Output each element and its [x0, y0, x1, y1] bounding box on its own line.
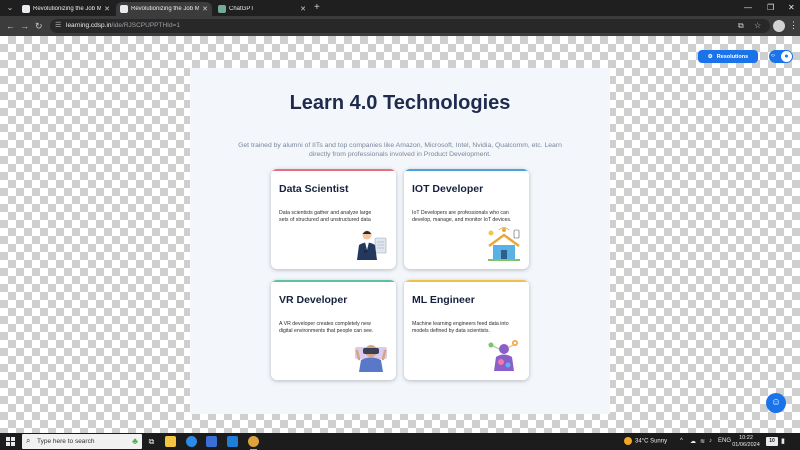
- card-vr-developer[interactable]: VR Developer A VR developer creates comp…: [271, 280, 396, 380]
- url-field[interactable]: ☰ learning.cdsp.in/ide/RJSCPUPPTHId=1 ⧉ …: [50, 19, 770, 33]
- tab-favicon-icon: [218, 5, 226, 13]
- card-accent-line: [271, 169, 396, 171]
- task-view-icon[interactable]: ⧉: [146, 436, 157, 447]
- windows-taskbar: ⌕ Type here to search ♣ ⧉ 34°C Sunny ^ ☁…: [0, 433, 800, 450]
- card-accent-line: [404, 169, 529, 171]
- minimize-button[interactable]: —: [744, 2, 752, 14]
- card-accent-line: [404, 280, 529, 282]
- back-button[interactable]: ←: [6, 20, 15, 32]
- page-title: Learn 4.0 Technologies: [289, 92, 511, 114]
- tab-title: ChatGPT: [229, 6, 255, 12]
- page-viewport: ⚙ Resolutions ‹› ● Learn 4.0 Technologie…: [0, 36, 800, 433]
- profile-avatar[interactable]: [773, 20, 785, 32]
- card-title: ML Engineer: [412, 294, 475, 306]
- ml-robot-icon: [488, 340, 518, 371]
- mail-icon[interactable]: [227, 436, 238, 447]
- show-desktop-icon[interactable]: ▮: [781, 437, 785, 445]
- gear-icon: ⚙: [707, 53, 713, 60]
- card-accent-line: [271, 280, 396, 282]
- iot-home-icon: [488, 227, 520, 261]
- tab-title: Revolutionizing the Job Market: [131, 6, 200, 12]
- tab-1[interactable]: Revolutionizing the Job Market ✕: [18, 2, 114, 16]
- tab-title: Revolutionizing the Job Market: [33, 6, 102, 12]
- preview-toggle[interactable]: ‹› ●: [769, 50, 793, 63]
- new-tab-button[interactable]: +: [314, 2, 320, 14]
- content-panel: Learn 4.0 Technologies Get trained by al…: [190, 68, 610, 414]
- swap-arrows-icon: ‹›: [771, 53, 775, 59]
- language-indicator[interactable]: ENG: [718, 438, 731, 444]
- tab-close-icon[interactable]: ✕: [104, 5, 110, 13]
- reload-button[interactable]: ↻: [35, 20, 43, 32]
- store-icon[interactable]: [206, 436, 217, 447]
- search-highlight-icon: ♣: [132, 436, 138, 446]
- data-scientist-icon: [357, 230, 387, 260]
- browser-menu-icon[interactable]: ⋮: [789, 19, 798, 31]
- card-data-scientist[interactable]: Data Scientist Data scientists gather an…: [271, 169, 396, 269]
- tab-favicon-icon: [22, 5, 30, 13]
- taskbar-search-input[interactable]: ⌕ Type here to search ♣: [22, 434, 142, 449]
- tab-2[interactable]: Revolutionizing the Job Market ✕: [116, 2, 212, 16]
- card-description: A VR developer creates completely new di…: [279, 321, 374, 334]
- tray-chevron-icon[interactable]: ^: [680, 438, 683, 444]
- card-title: VR Developer: [279, 294, 348, 306]
- resolutions-button[interactable]: ⚙ Resolutions: [698, 50, 758, 63]
- weather-text: 34°C Sunny: [635, 438, 668, 445]
- card-ml-engineer[interactable]: ML Engineer Machine learning engineers f…: [404, 280, 529, 380]
- close-window-button[interactable]: ✕: [788, 2, 795, 14]
- notification-center-icon[interactable]: 10: [766, 437, 778, 446]
- tab-favicon-icon: [120, 5, 128, 13]
- resolutions-label: Resolutions: [716, 53, 749, 60]
- notification-count: 10: [769, 438, 775, 444]
- chat-bot-button[interactable]: ☺: [766, 393, 786, 413]
- eye-icon: ●: [781, 51, 792, 62]
- cast-icon[interactable]: ⧉: [738, 21, 744, 31]
- vr-headset-icon: [355, 345, 387, 372]
- chrome-icon[interactable]: [248, 436, 259, 450]
- forward-button[interactable]: →: [20, 20, 29, 32]
- site-info-icon[interactable]: ☰: [55, 22, 63, 30]
- tab-search-icon[interactable]: ⌄: [4, 2, 16, 14]
- tab-strip: ⌄ Revolutionizing the Job Market ✕ Revol…: [0, 0, 800, 16]
- card-iot-developer[interactable]: IOT Developer IoT Developers are profess…: [404, 169, 529, 269]
- search-icon: ⌕: [26, 436, 31, 445]
- network-icon[interactable]: ≋: [700, 438, 705, 445]
- onedrive-icon[interactable]: ☁: [690, 438, 696, 445]
- card-description: Machine learning engineers feed data int…: [412, 321, 509, 334]
- restore-button[interactable]: ❐: [767, 2, 774, 14]
- search-placeholder: Type here to search: [37, 438, 95, 445]
- address-bar: ← → ↻ ☰ learning.cdsp.in/ide/RJSCPUPPTHI…: [0, 16, 800, 36]
- card-title: IOT Developer: [412, 183, 484, 195]
- card-title: Data Scientist: [279, 183, 349, 195]
- page-subtitle: Get trained by alumni of IITs and top co…: [238, 142, 562, 158]
- clock-date: 01/06/2024: [732, 441, 760, 448]
- tab-3[interactable]: ChatGPT ✕: [214, 2, 310, 16]
- bookmark-star-icon[interactable]: ☆: [754, 21, 761, 31]
- tab-close-icon[interactable]: ✕: [202, 5, 208, 13]
- card-description: Data scientists gather and analyze large…: [279, 210, 372, 223]
- system-clock[interactable]: 10:22 01/06/2024: [731, 435, 761, 448]
- file-explorer-icon[interactable]: [165, 436, 176, 447]
- tab-close-icon[interactable]: ✕: [300, 5, 306, 13]
- url-text: learning.cdsp.in/ide/RJSCPUPPTHId=1: [66, 22, 180, 29]
- sun-icon: [624, 437, 632, 445]
- edge-browser-icon[interactable]: [186, 436, 197, 447]
- card-description: IoT Developers are professionals who can…: [412, 210, 512, 223]
- volume-icon[interactable]: ♪: [709, 438, 712, 444]
- weather-widget[interactable]: 34°C Sunny: [624, 437, 667, 445]
- windows-start-icon[interactable]: [6, 437, 15, 446]
